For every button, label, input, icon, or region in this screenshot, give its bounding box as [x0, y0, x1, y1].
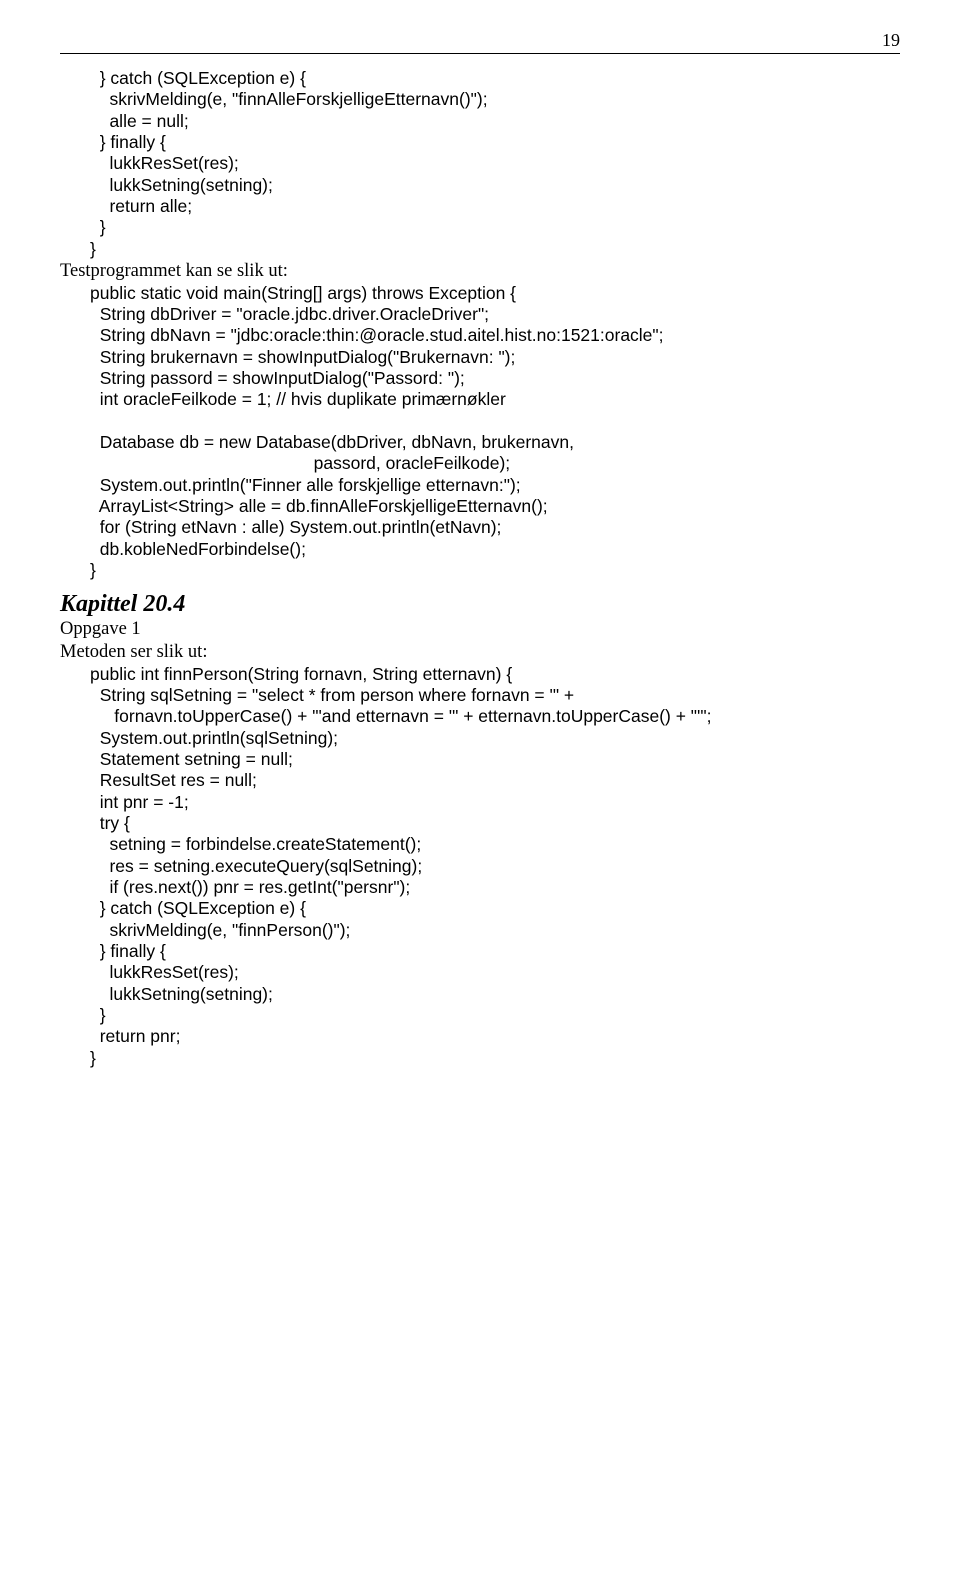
code-block-1: } catch (SQLException e) { skrivMelding(… [60, 68, 900, 260]
code-block-3: public int finnPerson(String fornavn, St… [60, 664, 900, 1070]
code-block-2: public static void main(String[] args) t… [60, 283, 900, 582]
prose-testprogram: Testprogrammet kan se slik ut: [60, 260, 900, 283]
page-number: 19 [60, 30, 900, 51]
prose-metoden: Metoden ser slik ut: [60, 641, 900, 664]
horizontal-rule [60, 53, 900, 54]
oppgave-heading: Oppgave 1 [60, 618, 900, 641]
page: 19 } catch (SQLException e) { skrivMeldi… [0, 0, 960, 1109]
chapter-heading: Kapittel 20.4 [60, 591, 900, 618]
